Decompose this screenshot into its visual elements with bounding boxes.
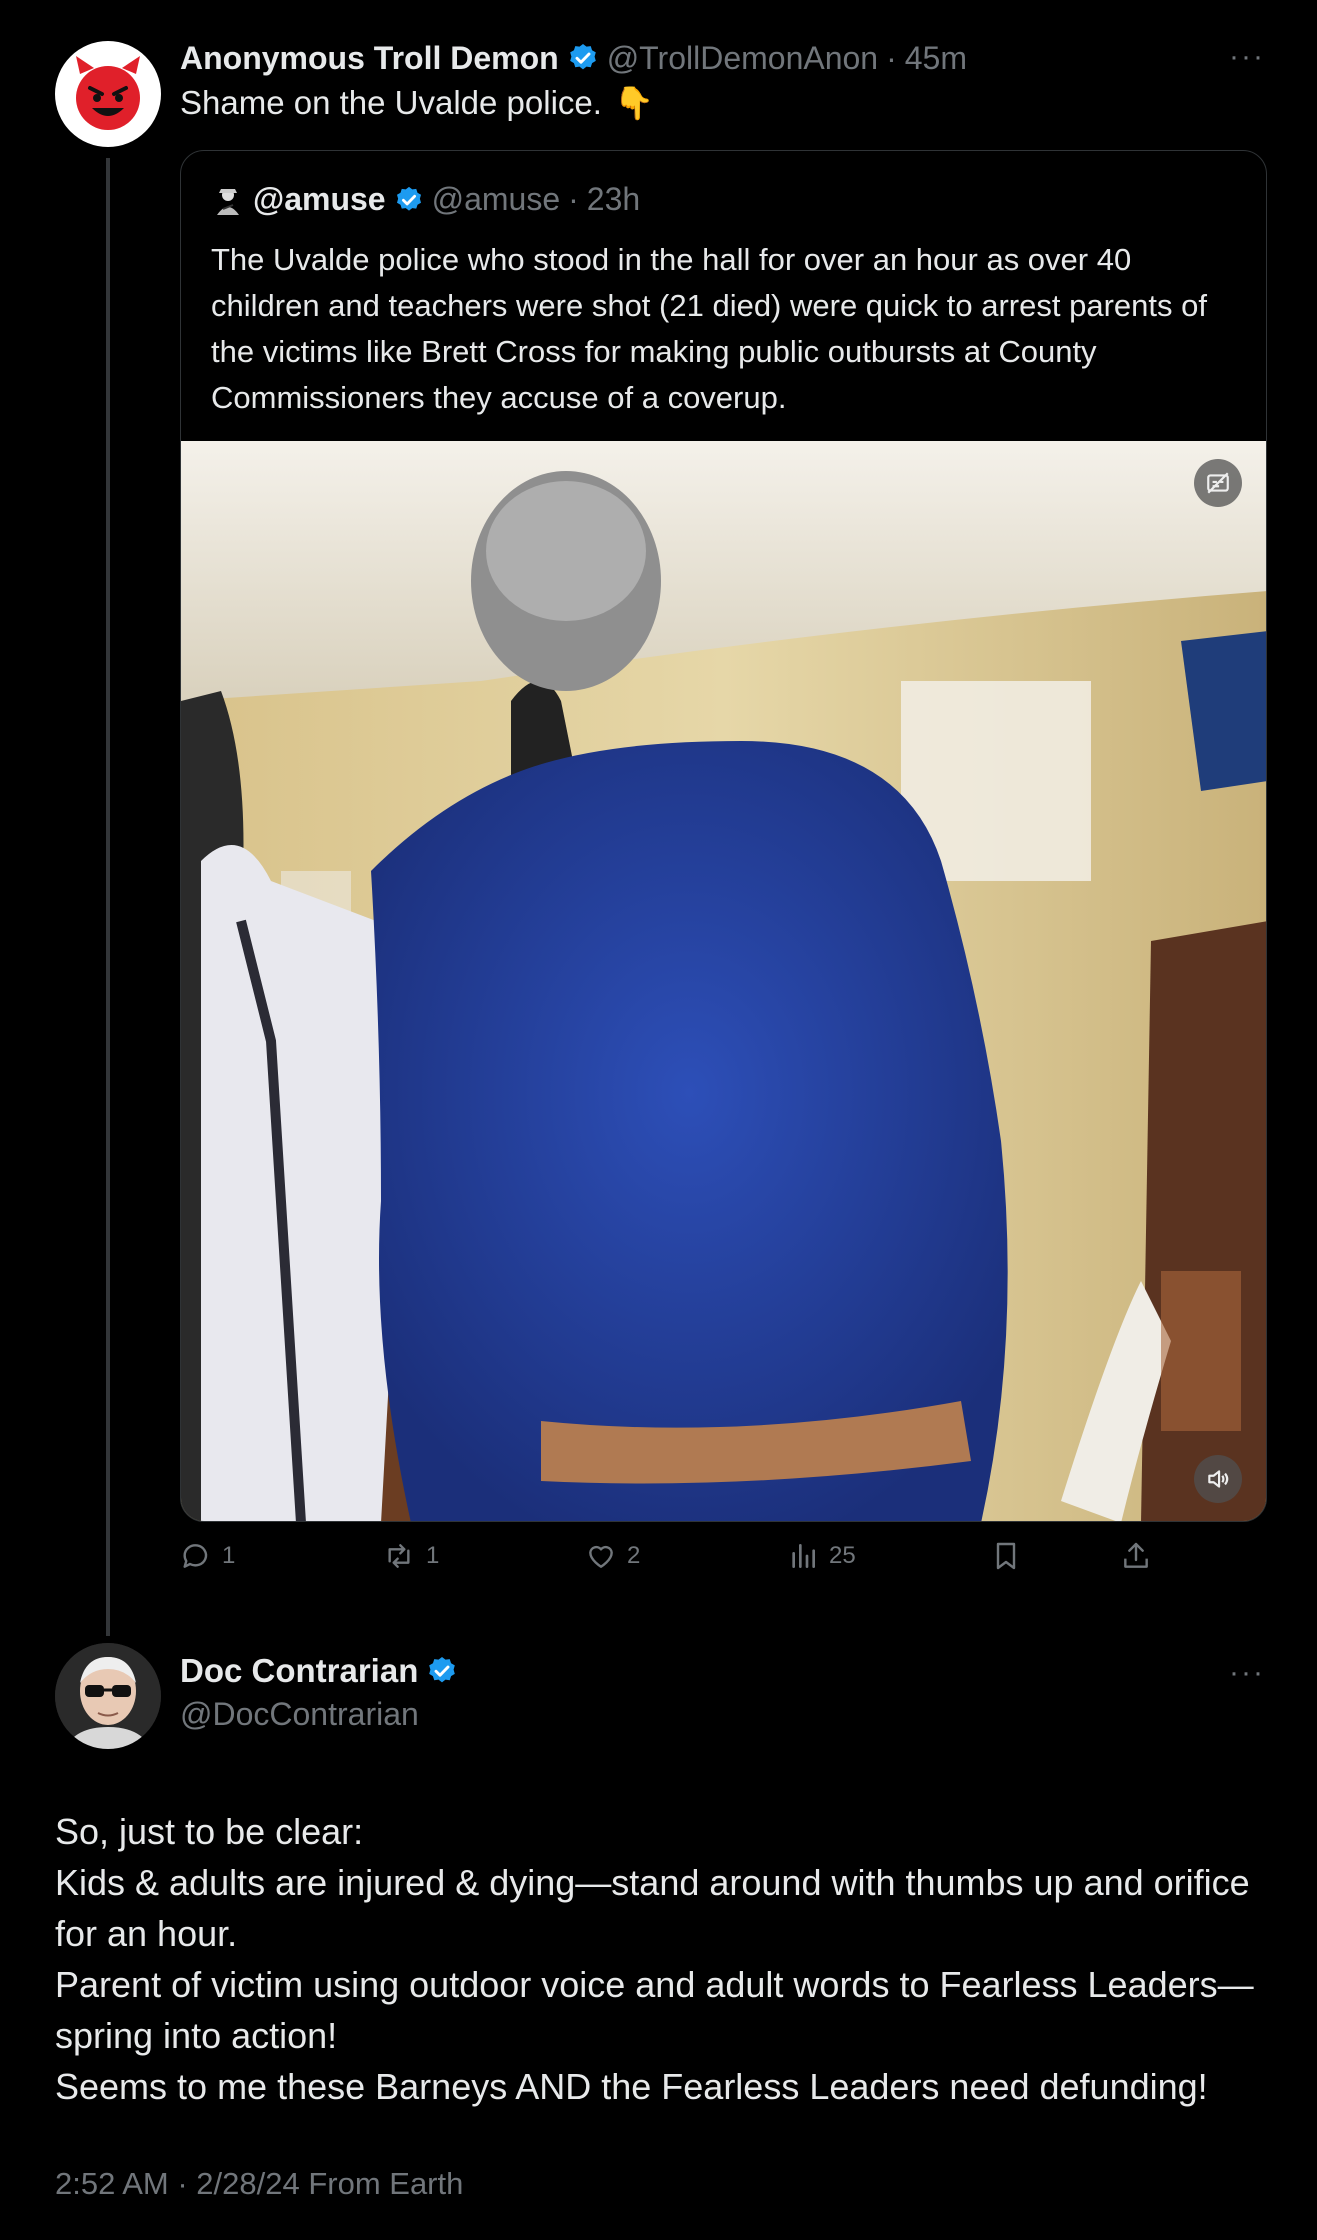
tweet-text: So, just to be clear: Kids & adults are … — [55, 1806, 1275, 2112]
tweet-line: Parent of victim using outdoor voice and… — [55, 1964, 1254, 2056]
profile-photo — [55, 1643, 161, 1749]
devil-face-icon — [76, 56, 140, 130]
pointing-down-emoji: 👇 — [613, 85, 654, 121]
tweet-line: Kids & adults are injured & dying—stand … — [55, 1862, 1260, 1954]
separator-dot: · — [568, 181, 579, 217]
author-name[interactable]: Doc Contrarian — [180, 1652, 418, 1690]
like-count: 2 — [627, 1542, 641, 1569]
views-button[interactable]: 25 — [787, 1540, 856, 1572]
bookmark-button[interactable] — [990, 1540, 1022, 1572]
avatar[interactable] — [55, 1643, 161, 1749]
share-button[interactable] — [1120, 1540, 1152, 1572]
quote-header: @amuse @amuse · 23h — [211, 181, 640, 218]
like-button[interactable]: 2 — [585, 1540, 640, 1572]
more-options-button[interactable]: ··· — [1229, 40, 1265, 74]
reply-count: 1 — [222, 1542, 236, 1569]
more-options-button[interactable]: ··· — [1229, 1656, 1265, 1690]
tweet-line: So, just to be clear: — [55, 1811, 364, 1852]
verified-badge-icon — [396, 186, 421, 211]
reply-icon — [183, 1544, 208, 1568]
repost-count: 1 — [426, 1542, 440, 1569]
verified-badge-icon — [429, 1657, 456, 1683]
timestamp[interactable]: 45m — [905, 40, 967, 77]
quoted-tweet[interactable]: @amuse @amuse · 23h The Uvalde police wh… — [180, 150, 1267, 1522]
tweet-header: Doc Contrarian — [180, 1652, 458, 1690]
view-count: 25 — [829, 1542, 856, 1569]
heart-icon — [589, 1545, 613, 1568]
quote-author-handle[interactable]: @amuse — [432, 181, 561, 218]
tweet-header: Anonymous Troll Demon @TrollDemonAnon · … — [180, 36, 967, 80]
tweet-body: Shame on the Uvalde police. — [180, 84, 602, 121]
volume-button[interactable] — [1194, 1455, 1242, 1503]
avatar[interactable] — [55, 41, 161, 147]
captions-off-icon — [1207, 472, 1229, 494]
repost-icon — [388, 1544, 410, 1568]
quote-text: The Uvalde police who stood in the hall … — [211, 242, 1207, 415]
action-bar: 1 1 2 25 — [180, 1540, 1180, 1586]
quote-avatar-icon — [217, 188, 239, 215]
quote-author-name[interactable]: @amuse — [253, 181, 386, 218]
thread-connector-line — [106, 158, 110, 1636]
tweet-timestamp-source[interactable]: 2:52 AM · 2/28/24 From Earth — [55, 2166, 463, 2202]
tweet-line: Seems to me these Barneys AND the Fearle… — [55, 2066, 1208, 2107]
bookmark-icon — [996, 1542, 1016, 1570]
video-player[interactable] — [181, 441, 1266, 1521]
verified-badge-icon — [569, 44, 596, 70]
repost-button[interactable]: 1 — [382, 1540, 439, 1572]
volume-icon — [1208, 1470, 1229, 1488]
separator-dot: · — [886, 39, 897, 76]
reply-button[interactable]: 1 — [180, 1540, 235, 1572]
share-icon — [1124, 1542, 1148, 1568]
views-chart-icon — [792, 1544, 815, 1568]
author-handle[interactable]: @DocContrarian — [180, 1696, 419, 1733]
author-name[interactable]: Anonymous Troll Demon — [180, 40, 559, 77]
captions-off-button[interactable] — [1194, 459, 1242, 507]
author-handle[interactable]: @TrollDemonAnon — [607, 40, 878, 77]
tweet-text: Shame on the Uvalde police. 👇 — [180, 84, 654, 122]
quote-timestamp[interactable]: 23h — [587, 181, 640, 218]
video-frame — [181, 441, 1266, 1521]
